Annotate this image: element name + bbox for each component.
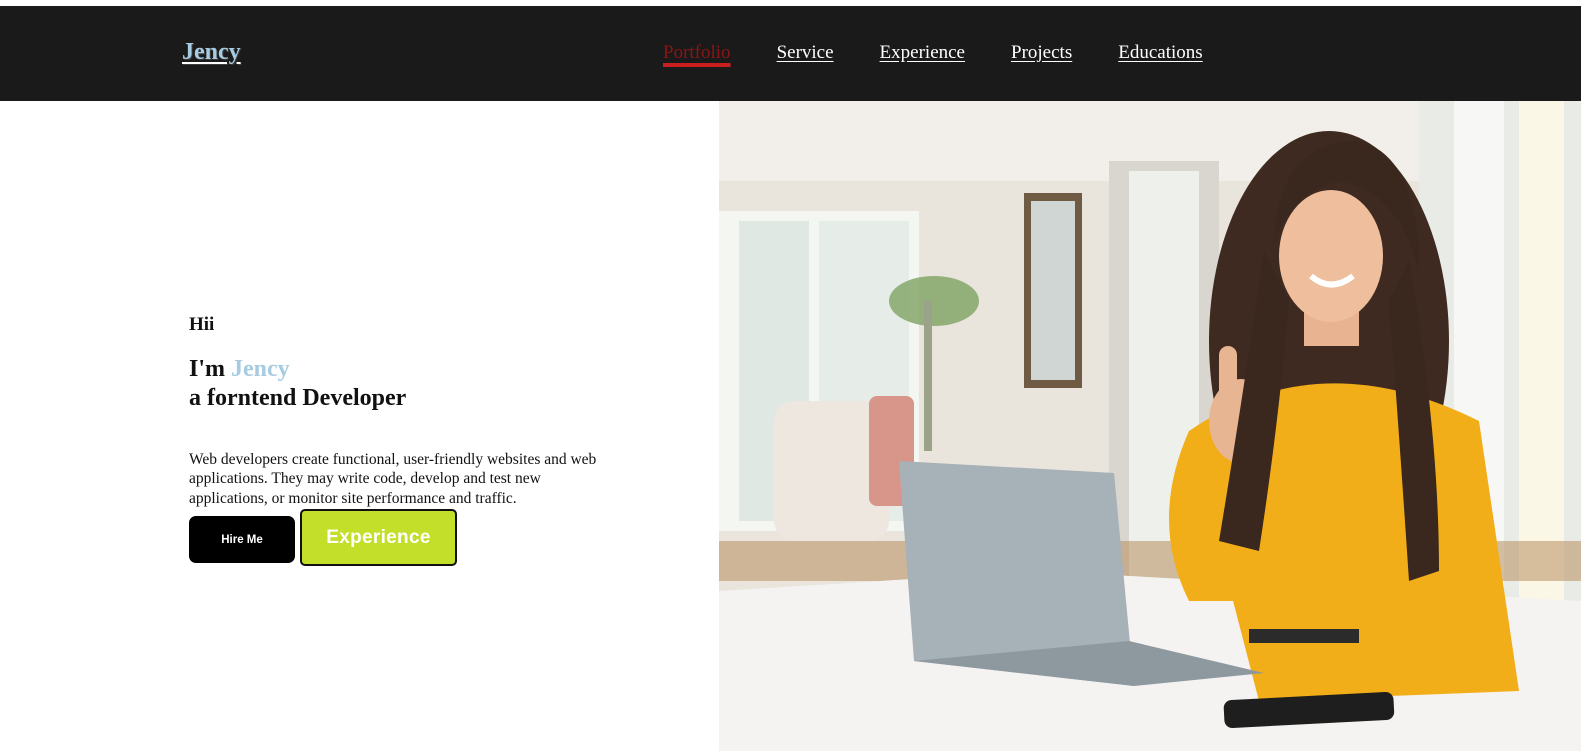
hero-role-line: a forntend Developer	[189, 385, 407, 411]
nav-link-projects[interactable]: Projects	[1011, 42, 1072, 64]
hero-photo	[719, 101, 1581, 751]
top-navbar: Jency Portfolio Service Experience Proje…	[0, 6, 1581, 101]
experience-button[interactable]: Experience	[300, 509, 457, 566]
hero-photo-illustration	[719, 101, 1581, 751]
nav-link-educations[interactable]: Educations	[1118, 42, 1202, 64]
hero-headline: I'm Jency a forntend Developer	[189, 355, 406, 413]
main-nav: Portfolio Service Experience Projects Ed…	[663, 42, 1203, 64]
hero-intro-prefix: I'm	[189, 356, 225, 382]
hero-intro-name: Jency	[231, 356, 290, 382]
hero-buttons: Hire Me Experience	[189, 509, 457, 566]
hero-description: Web developers create functional, user-f…	[189, 450, 597, 507]
page-frame: Jency Portfolio Service Experience Proje…	[0, 0, 1581, 751]
hero-intro-line: I'm Jency	[189, 355, 406, 384]
hire-me-button[interactable]: Hire Me	[189, 516, 295, 563]
nav-link-service[interactable]: Service	[777, 42, 834, 64]
hero-greeting: Hii	[189, 314, 215, 335]
nav-link-portfolio[interactable]: Portfolio	[663, 42, 731, 64]
nav-link-experience[interactable]: Experience	[880, 42, 965, 64]
logo-link[interactable]: Jency	[182, 39, 241, 66]
